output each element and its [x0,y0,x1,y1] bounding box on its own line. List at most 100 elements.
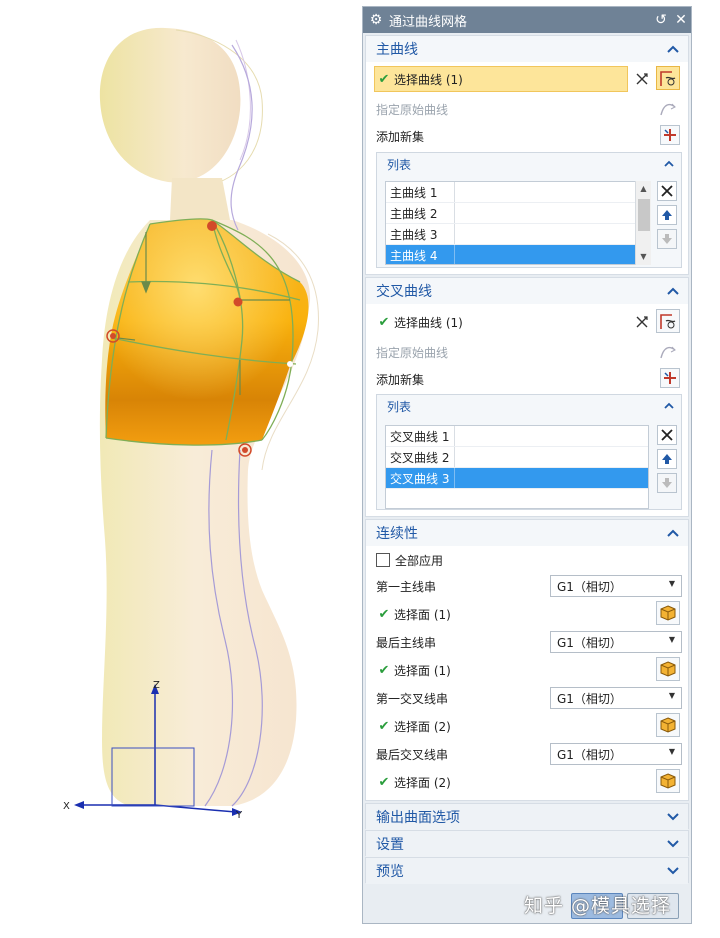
list-item[interactable]: 主曲线 4 [386,245,650,264]
close-icon[interactable]: ✕ [671,12,691,28]
cross-add-new-set-label: 添加新集 [376,372,425,387]
arrow-up-icon [662,454,672,464]
dialog-footer: 知乎 @模具选择 [363,883,691,923]
select-face-row[interactable]: ✔ 选择面 (2) [376,770,451,794]
primary-curves-title: 主曲线 [376,42,418,58]
face-select-button[interactable] [656,657,680,681]
list-item[interactable]: 主曲线 1 [386,182,650,203]
add-set-icon [664,129,676,141]
continuity-row-label: 第一交叉线串 [376,691,449,706]
cross-curve-list[interactable]: 交叉曲线 1 交叉曲线 2 交叉曲线 3 [385,425,649,509]
scroll-down-icon[interactable]: ▼ [636,249,651,265]
delete-icon [661,185,673,197]
face-select-button[interactable] [656,713,680,737]
list-item[interactable]: 主曲线 3 [386,224,650,245]
axis-y-label: Y [235,810,243,821]
scroll-thumb[interactable] [638,199,650,231]
scroll-up-icon[interactable]: ▲ [636,181,651,197]
primary-curves-header[interactable]: 主曲线 [366,36,688,62]
add-set-icon [664,372,676,384]
remove-item-button[interactable] [657,425,677,445]
continuity-dropdown[interactable]: G1（相切） ▼ [550,743,682,765]
gear-icon[interactable]: ⚙ [363,12,389,28]
cross-specify-origin-button[interactable] [656,340,680,364]
move-down-button[interactable] [657,229,677,249]
settings-section[interactable]: 设置 [365,830,689,857]
mannequin-model: Z X Y [63,27,319,821]
select-face-row[interactable]: ✔ 选择面 (2) [376,714,451,738]
primary-curve-list[interactable]: 主曲线 1 主曲线 2 主曲线 3 主曲线 4 [385,181,651,265]
cross-list-panel: 列表 交叉曲线 1 交叉曲线 2 交叉曲线 3 [376,394,682,510]
delete-icon [661,429,673,441]
reverse-direction-button[interactable] [630,310,654,334]
cross-curves-header[interactable]: 交叉曲线 [366,278,688,304]
list-item[interactable]: 交叉曲线 1 [386,426,648,447]
preview-title: 预览 [376,864,404,880]
face-icon [660,773,676,789]
face-icon [660,661,676,677]
primary-select-curve-label: 选择曲线 (1) [394,72,463,87]
primary-add-new-set-label: 添加新集 [376,129,425,144]
continuity-dropdown[interactable]: G1（相切） ▼ [550,575,682,597]
move-up-button[interactable] [657,205,677,225]
chevron-up-icon [667,45,679,53]
checkbox-icon[interactable] [376,553,390,567]
continuity-dropdown[interactable]: G1（相切） ▼ [550,631,682,653]
remove-item-button[interactable] [657,181,677,201]
continuity-section: 连续性 全部应用 第一主线串 G1（相切） ▼ ✔ 选择面 (1) 最后主线串 G1… [365,519,689,801]
cross-select-curve-label: 选择曲线 (1) [394,315,463,330]
face-icon [660,605,676,621]
list-item[interactable]: 交叉曲线 3 [386,468,648,489]
primary-list-header[interactable]: 列表 [377,153,681,175]
select-face-row[interactable]: ✔ 选择面 (1) [376,658,451,682]
caret-down-icon: ▼ [668,691,675,700]
cross-select-curve-row[interactable]: ✔ 选择曲线 (1) [376,310,463,334]
cross-add-new-set-button[interactable] [660,368,680,388]
cross-list-header[interactable]: 列表 [377,395,681,417]
apply-all-checkbox[interactable]: 全部应用 [376,548,443,572]
dialog-titlebar: ⚙ 通过曲线网格 ↺ ✕ [363,7,691,33]
check-icon: ✔ [378,662,390,678]
primary-list-title: 列表 [387,157,412,172]
continuity-header[interactable]: 连续性 [366,520,688,546]
cross-curves-section: 交叉曲线 ✔ 选择曲线 (1) 指定原始曲线 添加新集 列表 交叉曲线 1 交叉… [365,277,689,517]
move-up-button[interactable] [657,449,677,469]
reverse-direction-icon [636,316,648,328]
select-face-row[interactable]: ✔ 选择面 (1) [376,602,451,626]
graphics-viewport[interactable]: Z X Y [0,0,362,938]
face-select-button[interactable] [656,601,680,625]
curve-select-button[interactable] [656,66,680,90]
head-surface [99,27,241,183]
primary-add-new-set-button[interactable] [660,125,680,145]
list-item[interactable]: 主曲线 2 [386,203,650,224]
through-curve-mesh-dialog: ⚙ 通过曲线网格 ↺ ✕ 主曲线 ✔ 选择曲线 (1) 指定原始曲线 添加新集 [362,6,692,924]
primary-specify-origin-button[interactable] [656,97,680,121]
curve-select-button[interactable] [656,309,680,333]
chevron-down-icon [667,840,679,848]
arrow-up-icon [662,210,672,220]
cross-specify-origin-label: 指定原始曲线 [376,345,449,360]
caret-down-icon: ▼ [668,579,675,588]
move-down-button[interactable] [657,473,677,493]
output-surface-options-title: 输出曲面选项 [376,810,460,826]
watermark: 知乎 @模具选择 [523,895,671,917]
reset-icon[interactable]: ↺ [651,12,671,28]
chevron-up-icon [667,529,679,537]
primary-list-panel: 列表 主曲线 1 主曲线 2 主曲线 3 主曲线 4 ▲ ▼ [376,152,682,268]
preview-section[interactable]: 预览 [365,857,689,884]
curve-select-icon [660,71,676,86]
primary-list-scrollbar[interactable]: ▲ ▼ [635,181,651,265]
reverse-direction-icon [636,73,648,85]
face-select-button[interactable] [656,769,680,793]
list-item[interactable]: 交叉曲线 2 [386,447,648,468]
output-surface-options-section[interactable]: 输出曲面选项 [365,803,689,830]
check-icon: ✔ [378,314,390,330]
chevron-up-icon [664,160,674,167]
reverse-direction-button[interactable] [630,67,654,91]
continuity-dropdown[interactable]: G1（相切） ▼ [550,687,682,709]
continuity-row-label: 最后交叉线串 [376,747,449,762]
settings-title: 设置 [376,837,404,853]
arrow-down-icon [662,234,672,244]
face-icon [660,717,676,733]
primary-curves-section: 主曲线 ✔ 选择曲线 (1) 指定原始曲线 添加新集 列表 主曲线 1 主曲线 … [365,35,689,275]
